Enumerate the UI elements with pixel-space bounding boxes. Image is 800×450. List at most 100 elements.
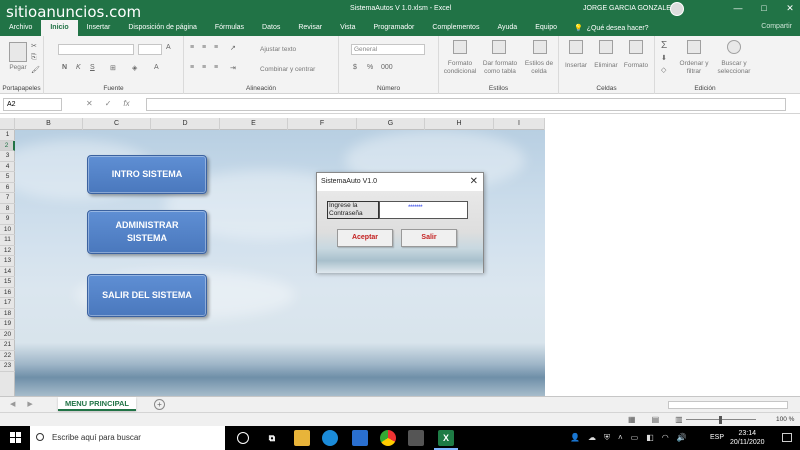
cortana-icon[interactable] [237,432,249,444]
row-header[interactable]: 15 [0,277,15,288]
tab-addins[interactable]: Complementos [423,20,488,36]
bold-button[interactable]: N [62,64,67,71]
row-header[interactable]: 11 [0,235,15,246]
tab-home[interactable]: Inicio [41,20,78,36]
normal-view-icon[interactable]: ▦ [628,415,636,424]
column-header[interactable]: C [83,118,151,130]
insert-cells-icon[interactable] [569,40,583,54]
tab-data[interactable]: Datos [253,20,289,36]
column-header[interactable]: H [425,118,494,130]
row-header[interactable]: 4 [0,162,15,172]
align-left-icon[interactable]: ≡ [190,64,194,71]
delete-cells-icon[interactable] [599,40,613,54]
password-input[interactable]: ******* [379,201,468,219]
align-bottom-icon[interactable]: ≡ [214,44,218,51]
sort-filter-icon[interactable] [687,40,701,54]
windows-start-icon[interactable] [10,432,21,443]
row-header-selected[interactable]: 2 [0,140,15,151]
delete-cells-button[interactable]: Eliminar [591,62,621,70]
align-right-icon[interactable]: ≡ [214,64,218,71]
row-header[interactable]: 23 [0,361,15,372]
tab-team[interactable]: Equipo [526,20,566,36]
edge-icon[interactable] [322,430,338,446]
row-header[interactable]: 7 [0,193,15,204]
row-header[interactable]: 18 [0,309,15,319]
volume-icon[interactable]: 🔊 [677,433,687,443]
tab-view[interactable]: Vista [331,20,364,36]
chevron-up-icon[interactable]: ˄ [618,433,623,443]
row-header[interactable]: 13 [0,256,15,267]
maximize-icon[interactable]: □ [758,3,770,14]
wifi-icon[interactable]: ◠ [662,433,669,443]
sheet-tab-menu-principal[interactable]: MENU PRINCIPAL [58,397,136,411]
formula-input[interactable] [146,98,786,111]
row-header[interactable]: 19 [0,319,15,330]
conditional-format-icon[interactable] [453,40,467,54]
app-icon[interactable] [408,430,424,446]
number-format-select[interactable]: General [351,44,425,55]
format-cells-icon[interactable] [629,40,643,54]
tab-review[interactable]: Revisar [289,20,331,36]
underline-button[interactable]: S [90,64,95,71]
tab-developer[interactable]: Programador [365,20,424,36]
align-center-icon[interactable]: ≡ [202,64,206,71]
fill-color-icon[interactable]: ◈ [132,64,137,72]
autosum-icon[interactable]: Σ [661,40,667,51]
next-sheet-icon[interactable]: ▶ [27,400,32,408]
minimize-icon[interactable]: — [732,3,744,14]
column-header[interactable]: F [288,118,357,130]
people-icon[interactable]: 👤 [570,433,580,443]
column-header[interactable]: G [357,118,425,130]
cancel-icon[interactable]: ✕ [86,99,93,108]
tell-me-search[interactable]: 💡 ¿Qué desea hacer? [566,24,649,33]
name-box[interactable]: A2 [3,98,62,111]
column-header[interactable]: E [220,118,288,130]
close-icon[interactable]: ✕ [784,3,796,14]
tab-page-layout[interactable]: Disposición de página [119,20,206,36]
close-icon[interactable]: ✕ [470,176,478,187]
format-table-icon[interactable] [492,40,506,54]
file-explorer-icon[interactable] [294,430,310,446]
share-button[interactable]: Compartir [761,23,792,30]
add-sheet-button[interactable]: + [154,399,165,410]
cloud-icon[interactable]: ☁ [588,433,596,443]
exit-button[interactable]: Salir [401,229,457,247]
currency-button[interactable]: $ [353,64,357,71]
sort-filter-button[interactable]: Ordenar y filtrar [675,60,713,76]
excel-icon[interactable]: X [434,430,458,450]
format-as-table-button[interactable]: Dar formato como tabla [481,60,519,76]
row-header[interactable]: 8 [0,204,15,214]
taskbar-search[interactable]: Escribe aquí para buscar [30,426,225,450]
network-icon[interactable]: ◧ [646,433,654,443]
page-break-icon[interactable]: ▥ [675,415,683,424]
format-cells-button[interactable]: Formato [621,62,651,70]
row-header[interactable]: 17 [0,298,15,309]
find-select-button[interactable]: Buscar y seleccionar [713,60,755,76]
exit-system-button[interactable]: SALIR DEL SISTEMA [87,274,207,317]
tab-file[interactable]: Archivo [0,20,41,36]
tab-insert[interactable]: Insertar [78,20,120,36]
row-header[interactable]: 9 [0,214,15,225]
font-size-select[interactable] [138,44,162,55]
language-indicator[interactable]: ESP [710,434,724,441]
intro-system-button[interactable]: INTRO SISTEMA [87,155,207,194]
select-all-corner[interactable] [0,118,15,130]
percent-button[interactable]: % [367,64,373,71]
borders-icon[interactable]: ⊞ [110,64,116,72]
clock[interactable]: 23:14 20/11/2020 [730,429,765,447]
conditional-format-button[interactable]: Formato condicional [439,60,481,76]
tab-help[interactable]: Ayuda [488,20,526,36]
shield-icon[interactable]: ⛨ [604,433,610,443]
row-header[interactable]: 6 [0,183,15,193]
notifications-icon[interactable] [782,433,792,442]
row-header[interactable]: 12 [0,246,15,256]
row-header[interactable]: 20 [0,330,15,340]
accept-button[interactable]: Aceptar [337,229,393,247]
store-icon[interactable] [352,430,368,446]
row-header[interactable]: 22 [0,351,15,361]
user-name[interactable]: JORGE GARCIA GONZALES [583,5,676,12]
align-middle-icon[interactable]: ≡ [202,44,206,51]
row-header[interactable]: 14 [0,267,15,277]
italic-button[interactable]: K [76,64,81,71]
cell-styles-icon[interactable] [533,40,547,54]
